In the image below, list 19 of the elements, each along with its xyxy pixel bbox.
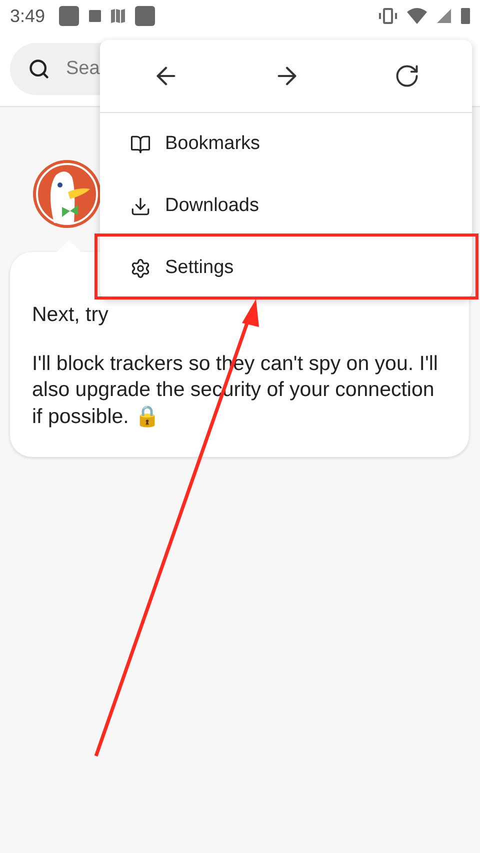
download-icon xyxy=(130,196,151,216)
menu-item[interactable]: Settings xyxy=(100,237,472,299)
vibrate-icon xyxy=(379,8,397,24)
app-notification-icon xyxy=(135,6,156,26)
reload-icon xyxy=(394,63,420,89)
battery-icon xyxy=(461,8,470,24)
search-input[interactable]: Sea xyxy=(64,57,313,81)
wifi-icon xyxy=(407,8,427,24)
menu-item[interactable]: Downloads xyxy=(100,175,472,237)
message-text: Next, try xyxy=(32,302,110,328)
clock: 3:49 xyxy=(10,6,46,26)
app-notification-icon xyxy=(59,6,80,26)
search-icon xyxy=(28,58,50,80)
font-notification-icon xyxy=(89,10,102,22)
signal-icon xyxy=(437,9,451,23)
settings-icon xyxy=(130,258,151,278)
book-icon xyxy=(130,134,151,154)
map-icon xyxy=(111,9,126,23)
menu-item[interactable]: Bookmarks xyxy=(100,113,472,175)
